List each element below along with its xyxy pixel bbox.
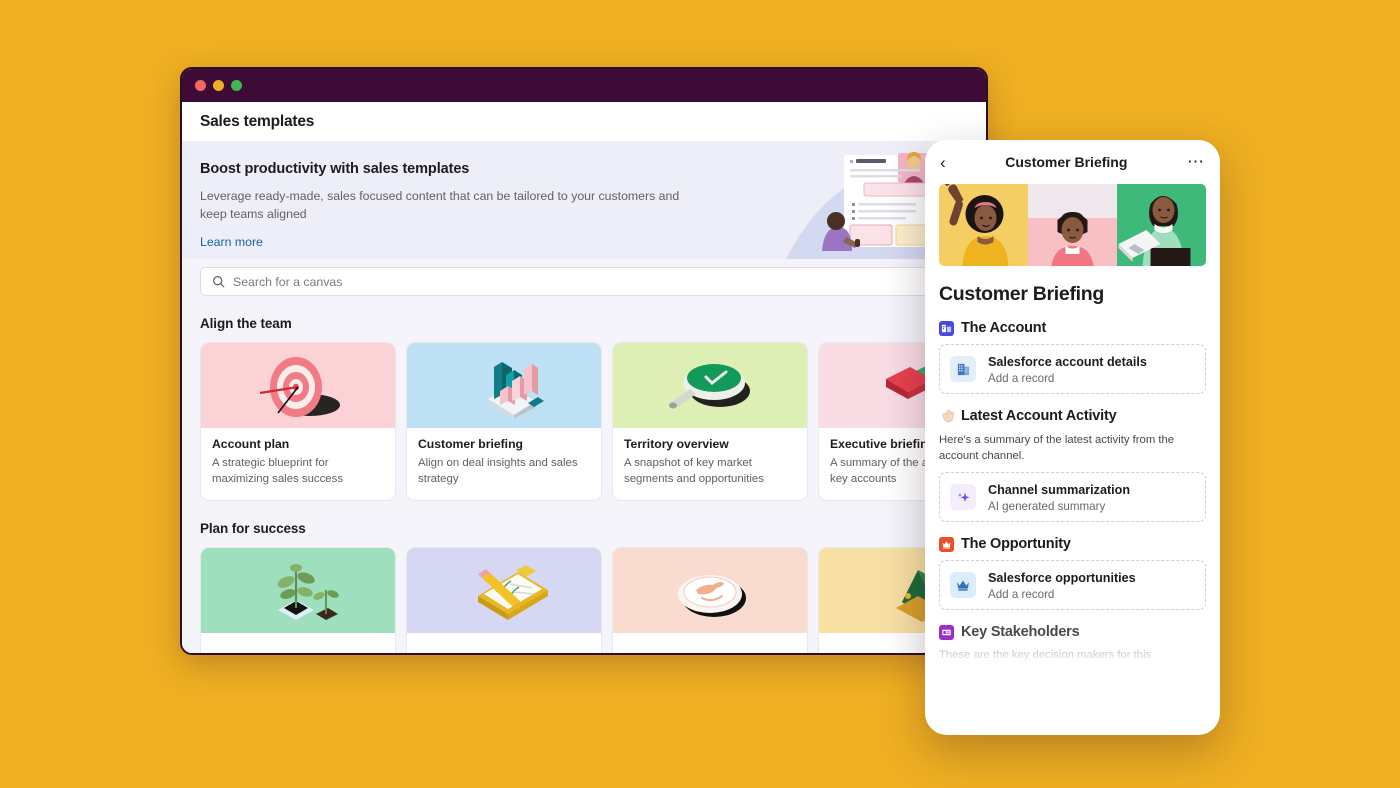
account-building-icon	[939, 320, 954, 336]
template-card-row	[200, 547, 986, 653]
banner-cell-laptop	[1117, 184, 1206, 266]
customer-briefing-panel: ‹ Customer Briefing ⋯ Customer Briefing …	[925, 140, 1220, 735]
section-title: Plan for success	[200, 521, 306, 537]
search-input[interactable]: Search for a canvas	[200, 267, 968, 296]
record-subtitle: Add a record	[988, 372, 1055, 385]
hero-banner: Boost productivity with sales templates …	[182, 141, 986, 259]
panel-header: ‹ Customer Briefing ⋯	[925, 140, 1220, 184]
template-card-plan-3[interactable]	[612, 547, 808, 653]
template-card-account-plan[interactable]: Account plan A strategic blueprint for m…	[200, 342, 396, 502]
record-title: Channel summarization	[988, 483, 1131, 498]
app-header: Sales templates	[182, 102, 986, 141]
card-title: Territory overview	[624, 437, 729, 451]
panel-title: Customer Briefing	[1005, 154, 1128, 170]
section-label: Key Stakeholders	[961, 624, 1080, 641]
coffee-cup-illustration	[613, 548, 807, 634]
banner-cell-waving	[939, 184, 1028, 266]
sparkle-ai-icon	[950, 484, 976, 511]
section-note: Here's a summary of the latest activity …	[939, 434, 1175, 463]
ellipsis-icon[interactable]: ⋯	[1187, 153, 1205, 170]
card-description: A strategic blueprint for maximizing sal…	[212, 457, 344, 486]
template-card-plan-1[interactable]	[200, 547, 396, 653]
section-align-the-team: Align the team Account plan A strategic …	[182, 316, 986, 502]
section-title: Align the team	[200, 316, 292, 331]
section-header-the-account: The Account	[939, 320, 1206, 336]
record-card-salesforce-account-details[interactable]: Salesforce account details Add a record	[939, 344, 1206, 394]
minimize-window-button[interactable]	[213, 80, 224, 91]
seedling-plant-illustration	[201, 548, 395, 634]
section-label: The Account	[961, 320, 1047, 336]
section-plan-for-success: Plan for success	[182, 521, 986, 653]
section-header-the-opportunity: The Opportunity	[939, 536, 1206, 552]
card-description: A snapshot of key market segments and op…	[624, 457, 764, 486]
crown-icon	[939, 536, 954, 552]
waving-hand-icon	[939, 409, 954, 424]
hero-body: Leverage ready-made, sales focused conte…	[200, 189, 680, 221]
people-collage-illustration	[939, 184, 1206, 266]
record-title: Salesforce opportunities	[988, 571, 1136, 586]
dartboard-target-illustration	[201, 343, 395, 428]
record-title: Salesforce account details	[988, 355, 1147, 369]
section-header-latest-account-activity: Latest Account Activity	[939, 408, 1206, 424]
briefing-doc-title: Customer Briefing	[939, 283, 1105, 305]
template-card-row: Account plan A strategic blueprint for m…	[200, 342, 986, 502]
banner-cell-portrait	[1028, 184, 1117, 266]
crown-icon	[950, 572, 976, 599]
app-window: Sales templates Boost productivity with …	[180, 67, 988, 655]
record-card-channel-summarization[interactable]: Channel summarization AI generated summa…	[939, 472, 1206, 523]
app-body: Boost productivity with sales templates …	[182, 141, 986, 653]
window-titlebar	[182, 69, 986, 102]
search-placeholder: Search for a canvas	[233, 274, 343, 289]
bar-chart-briefcase-illustration	[407, 343, 601, 428]
id-card-icon	[939, 624, 954, 640]
record-subtitle: Add a record	[988, 588, 1055, 602]
template-card-customer-briefing[interactable]: Customer briefing Align on deal insights…	[406, 342, 602, 502]
magnifying-glass-illustration	[613, 343, 807, 428]
section-note: These are the key decision makers for th…	[939, 649, 1152, 662]
section-label: The Opportunity	[961, 536, 1071, 553]
record-subtitle: AI generated summary	[988, 500, 1106, 514]
card-description: Align on deal insights and sales strateg…	[418, 457, 578, 486]
panel-content[interactable]: Customer Briefing The Account Salesforce…	[925, 266, 1220, 735]
section-header-key-stakeholders: Key Stakeholders	[939, 624, 1206, 640]
card-title: Account plan	[212, 437, 290, 451]
clipboard-checklist-illustration	[407, 548, 601, 634]
salesforce-building-icon	[950, 356, 976, 382]
maximize-window-button[interactable]	[231, 80, 242, 91]
template-card-plan-2[interactable]	[406, 547, 602, 653]
close-window-button[interactable]	[195, 80, 206, 91]
card-title: Customer briefing	[418, 437, 523, 451]
learn-more-link[interactable]: Learn more	[200, 235, 263, 249]
page-title: Sales templates	[200, 112, 315, 130]
section-label: Latest Account Activity	[961, 408, 1117, 424]
search-section: Search for a canvas	[182, 259, 986, 296]
search-icon	[213, 276, 225, 288]
record-card-salesforce-opportunities[interactable]: Salesforce opportunities Add a record	[939, 560, 1206, 611]
template-card-territory-overview[interactable]: Territory overview A snapshot of key mar…	[612, 342, 808, 502]
